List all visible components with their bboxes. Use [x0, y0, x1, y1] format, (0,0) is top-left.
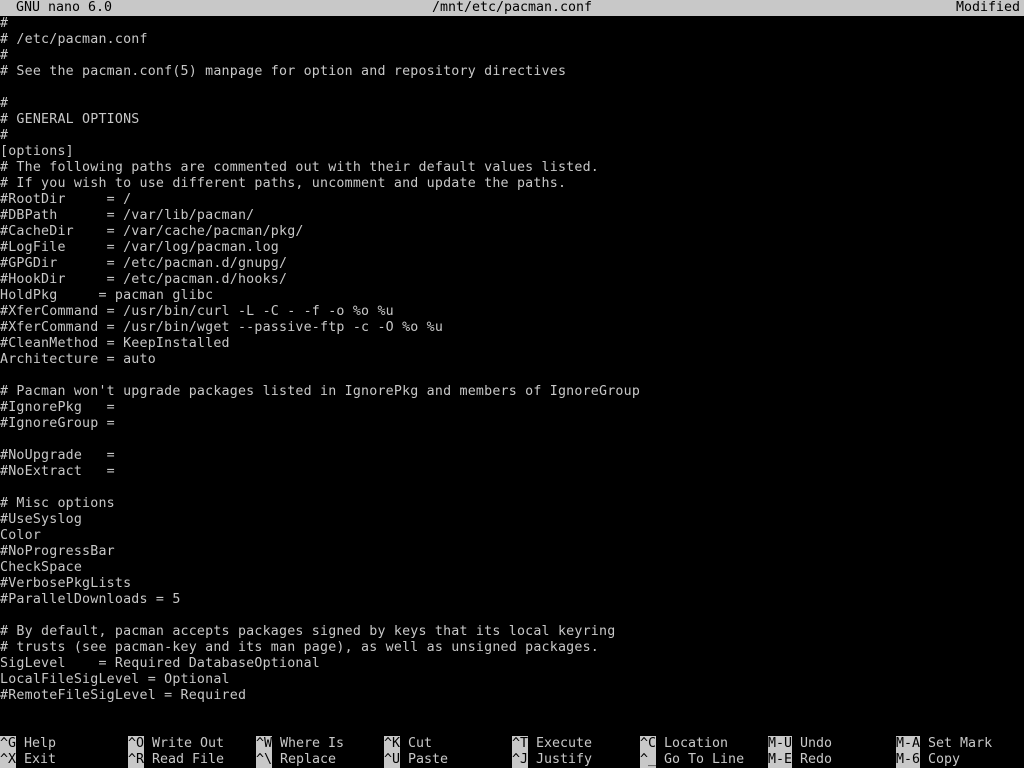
shortcut-key: ^\ — [256, 752, 273, 768]
shortcut-label: Write Out — [152, 736, 225, 751]
file-name: /mnt/etc/pacman.conf — [431, 0, 593, 15]
text-line[interactable]: #IgnorePkg = — [0, 400, 1024, 416]
text-line[interactable] — [0, 480, 1024, 496]
shortcut-label: Justify — [536, 752, 593, 767]
shortcut-label: Paste — [408, 752, 449, 767]
shortcut-label: Cut — [408, 736, 433, 751]
shortcut-key: M-6 — [896, 752, 921, 768]
shortcut-copy[interactable]: M-6 Copy — [896, 752, 960, 768]
shortcut-key: ^_ — [640, 752, 657, 768]
text-line[interactable]: HoldPkg = pacman glibc — [0, 288, 1024, 304]
text-line[interactable]: #RemoteFileSigLevel = Required — [0, 688, 1024, 704]
shortcut-justify[interactable]: ^J Justify — [512, 752, 592, 768]
text-line[interactable]: #RootDir = / — [0, 192, 1024, 208]
shortcut-label: Redo — [800, 752, 833, 767]
shortcut-key: ^X — [0, 752, 17, 768]
shortcut-exit[interactable]: ^X Exit — [0, 752, 56, 768]
shortcut-key: ^K — [384, 736, 401, 752]
shortcut-key: ^U — [384, 752, 401, 768]
text-line[interactable]: # — [0, 48, 1024, 64]
shortcut-key: ^J — [512, 752, 529, 768]
editor-buffer[interactable]: # # /etc/pacman.conf # # See the pacman.con… — [0, 16, 1024, 720]
text-line[interactable]: #IgnoreGroup = — [0, 416, 1024, 432]
shortcut-label: Location — [664, 736, 729, 751]
text-line[interactable]: #NoUpgrade = — [0, 448, 1024, 464]
shortcut-key: ^W — [256, 736, 273, 752]
shortcut-key: ^R — [128, 752, 145, 768]
shortcut-label: Set Mark — [928, 736, 993, 751]
shortcut-bar: ^G Help ^O Write Out ^W Where Is ^K Cut ^T Execut… — [0, 736, 1024, 768]
shortcut-key: M-U — [768, 736, 793, 752]
text-line[interactable]: LocalFileSigLevel = Optional — [0, 672, 1024, 688]
text-line[interactable]: # — [0, 128, 1024, 144]
shortcut-label: Copy — [928, 752, 961, 767]
text-line[interactable]: # — [0, 16, 1024, 32]
shortcut-replace[interactable]: ^\ Replace — [256, 752, 336, 768]
text-line[interactable]: # /etc/pacman.conf — [0, 32, 1024, 48]
text-line[interactable]: #ParallelDownloads = 5 — [0, 592, 1024, 608]
text-line[interactable] — [0, 80, 1024, 96]
text-line[interactable] — [0, 432, 1024, 448]
shortcut-key: ^O — [128, 736, 145, 752]
shortcut-label: Exit — [24, 752, 57, 767]
shortcut-key: ^T — [512, 736, 529, 752]
text-line[interactable]: #GPGDir = /etc/pacman.d/gnupg/ — [0, 256, 1024, 272]
text-line[interactable]: SigLevel = Required DatabaseOptional — [0, 656, 1024, 672]
text-line[interactable]: #HookDir = /etc/pacman.d/hooks/ — [0, 272, 1024, 288]
text-line[interactable]: #CacheDir = /var/cache/pacman/pkg/ — [0, 224, 1024, 240]
text-line[interactable]: #DBPath = /var/lib/pacman/ — [0, 208, 1024, 224]
text-line[interactable]: # By default, pacman accepts packages si… — [0, 624, 1024, 640]
shortcut-key: ^G — [0, 736, 17, 752]
text-line[interactable]: #NoProgressBar — [0, 544, 1024, 560]
text-line[interactable]: # Pacman won't upgrade packages listed i… — [0, 384, 1024, 400]
shortcut-write-out[interactable]: ^O Write Out — [128, 736, 224, 752]
text-line[interactable]: # The following paths are commented out … — [0, 160, 1024, 176]
shortcut-label: Replace — [280, 752, 337, 767]
shortcut-help[interactable]: ^G Help — [0, 736, 56, 752]
shortcut-cut[interactable]: ^K Cut — [384, 736, 432, 752]
shortcut-label: Execute — [536, 736, 593, 751]
shortcut-label: Go To Line — [664, 752, 745, 767]
text-line[interactable]: Color — [0, 528, 1024, 544]
text-line[interactable]: # Misc options — [0, 496, 1024, 512]
shortcut-go-to-line[interactable]: ^_ Go To Line — [640, 752, 744, 768]
text-line[interactable] — [0, 368, 1024, 384]
shortcut-label: Undo — [800, 736, 833, 751]
text-line[interactable]: Architecture = auto — [0, 352, 1024, 368]
text-line[interactable] — [0, 608, 1024, 624]
modified-status: Modified — [955, 0, 1020, 15]
shortcut-label: Help — [24, 736, 57, 751]
text-line[interactable]: #NoExtract = — [0, 464, 1024, 480]
shortcut-redo[interactable]: M-E Redo — [768, 752, 832, 768]
text-line[interactable]: # See the pacman.conf(5) manpage for opt… — [0, 64, 1024, 80]
shortcut-paste[interactable]: ^U Paste — [384, 752, 448, 768]
text-line[interactable]: [options] — [0, 144, 1024, 160]
text-line[interactable]: #VerbosePkgLists — [0, 576, 1024, 592]
text-line[interactable]: CheckSpace — [0, 560, 1024, 576]
shortcut-undo[interactable]: M-U Undo — [768, 736, 832, 752]
shortcut-label: Where Is — [280, 736, 345, 751]
shortcut-key: M-A — [896, 736, 921, 752]
shortcut-read-file[interactable]: ^R Read File — [128, 752, 224, 768]
title-bar: GNU nano 6.0 /mnt/etc/pacman.conf Modifi… — [0, 0, 1024, 16]
shortcut-label: Read File — [152, 752, 225, 767]
text-line[interactable]: # trusts (see pacman-key and its man pag… — [0, 640, 1024, 656]
shortcut-where-is[interactable]: ^W Where Is — [256, 736, 344, 752]
shortcut-key: ^C — [640, 736, 657, 752]
shortcut-execute[interactable]: ^T Execute — [512, 736, 592, 752]
text-line[interactable]: #CleanMethod = KeepInstalled — [0, 336, 1024, 352]
shortcut-location[interactable]: ^C Location — [640, 736, 728, 752]
text-line[interactable]: #UseSyslog — [0, 512, 1024, 528]
shortcut-set-mark[interactable]: M-A Set Mark — [896, 736, 992, 752]
text-line[interactable]: # — [0, 96, 1024, 112]
text-line[interactable]: #XferCommand = /usr/bin/curl -L -C - -f … — [0, 304, 1024, 320]
text-line[interactable]: #XferCommand = /usr/bin/wget --passive-f… — [0, 320, 1024, 336]
text-line[interactable]: # GENERAL OPTIONS — [0, 112, 1024, 128]
text-line[interactable]: # If you wish to use different paths, un… — [0, 176, 1024, 192]
text-line[interactable]: #LogFile = /var/log/pacman.log — [0, 240, 1024, 256]
shortcut-key: M-E — [768, 752, 793, 768]
